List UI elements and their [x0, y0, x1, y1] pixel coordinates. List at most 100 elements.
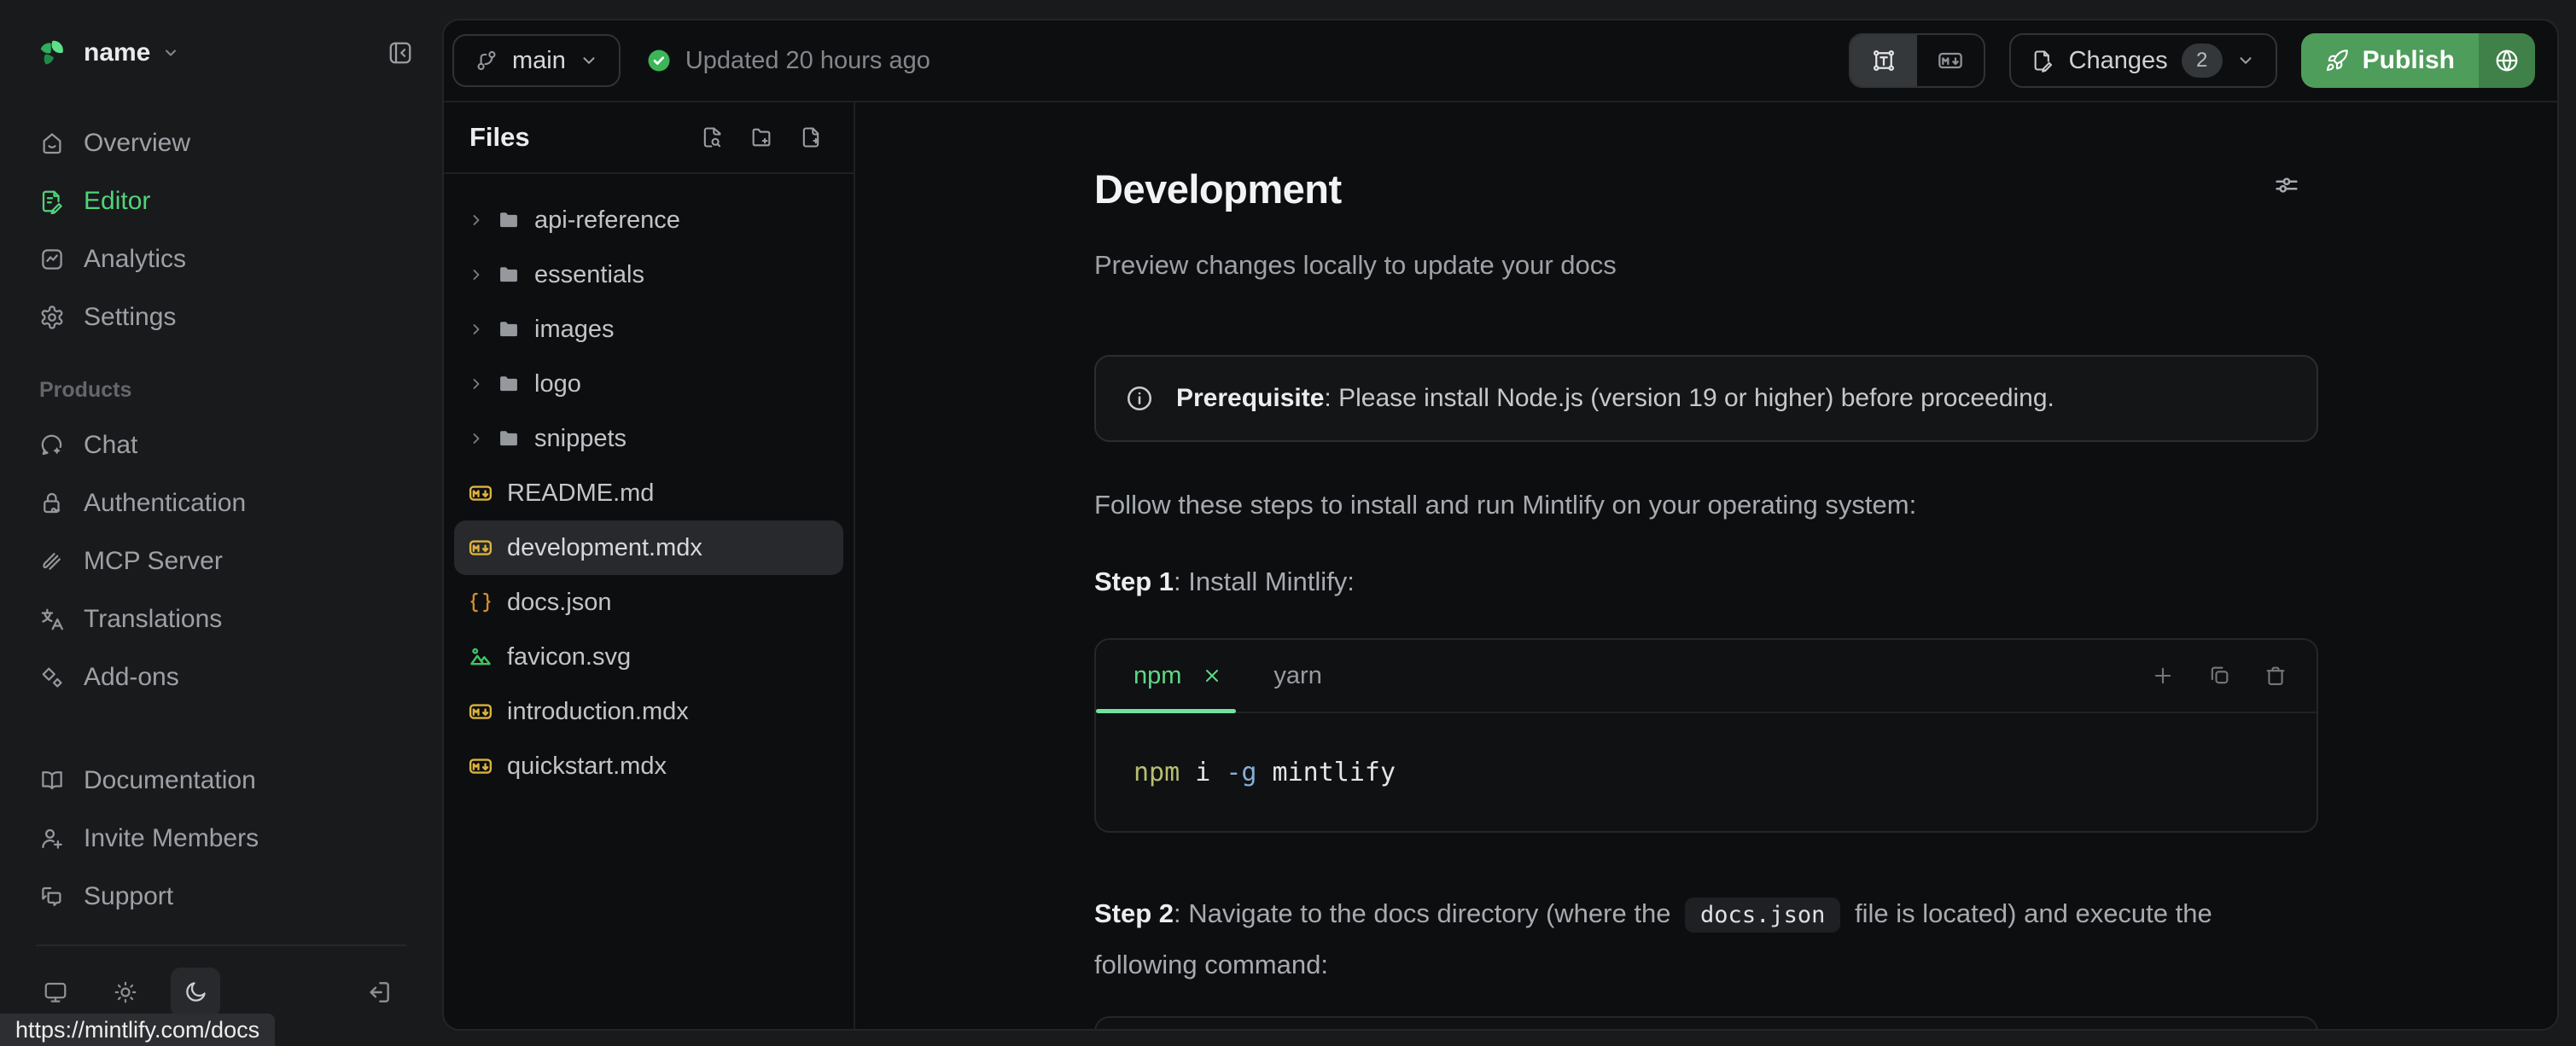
folder-icon [497, 372, 521, 396]
sidebar-item-support[interactable]: Support [0, 868, 442, 926]
sidebar-item-editor[interactable]: Editor [0, 172, 442, 230]
publish-options-button[interactable] [2479, 33, 2535, 88]
file-name: quickstart.mdx [507, 752, 667, 780]
file-search-icon[interactable] [700, 125, 724, 149]
sun-icon [113, 979, 138, 1005]
files-header: Files [444, 102, 854, 174]
tab-yarn[interactable]: yarn [1273, 662, 1321, 690]
changes-button[interactable]: Changes 2 [2008, 33, 2277, 88]
step1-paragraph[interactable]: Step 1: Install Mintlify: [1094, 563, 2318, 601]
publish-button[interactable]: Publish [2300, 33, 2479, 88]
workspace-name: name [84, 38, 151, 67]
theme-system-button[interactable] [31, 968, 80, 1017]
markdown-mode-button[interactable] [1917, 35, 1984, 86]
page-subtitle[interactable]: Preview changes locally to update your d… [1094, 247, 2318, 283]
theme-dark-button[interactable] [171, 968, 220, 1017]
sidebar-item-label: Documentation [84, 766, 256, 794]
file-name: README.md [507, 479, 655, 507]
sidebar-item-label: Settings [84, 303, 177, 331]
new-folder-icon[interactable] [749, 125, 773, 149]
sidebar-nav: Overview Editor Analytics Settings [0, 114, 442, 346]
theme-switcher [31, 963, 393, 1021]
file-row-quickstart[interactable]: quickstart.mdx [454, 739, 843, 793]
sidebar-item-chat[interactable]: Chat [0, 416, 442, 474]
folder-name: essentials [534, 260, 644, 288]
sidebar-item-overview[interactable]: Overview [0, 114, 442, 172]
visual-editor-mode-button[interactable] [1850, 35, 1917, 86]
sidebar-item-label: Invite Members [84, 824, 259, 852]
new-file-icon[interactable] [799, 125, 823, 149]
folder-icon [497, 208, 521, 232]
sidebar-divider [36, 944, 406, 946]
chat-sparkle-icon [39, 433, 65, 458]
code-editor-line[interactable]: npm i -g mintlify [1096, 713, 2317, 831]
files-actions [700, 125, 823, 149]
sidebar-item-translations[interactable]: Translations [0, 590, 442, 648]
sidebar-item-mcp-server[interactable]: MCP Server [0, 532, 442, 590]
sidebar-item-documentation[interactable]: Documentation [0, 752, 442, 810]
markdown-file-icon [468, 480, 493, 506]
sidebar-item-authentication[interactable]: Authentication [0, 474, 442, 532]
chevron-right-icon [468, 375, 485, 392]
sidebar-item-analytics[interactable]: Analytics [0, 230, 442, 288]
check-circle-icon [646, 48, 672, 73]
sidebar-item-invite-members[interactable]: Invite Members [0, 810, 442, 868]
file-row-favicon[interactable]: favicon.svg [454, 630, 843, 684]
folder-row-images[interactable]: images [454, 302, 843, 357]
markdown-icon [1937, 47, 1964, 74]
step2-paragraph[interactable]: Step 2: Navigate to the docs directory (… [1094, 889, 2318, 990]
file-row-development[interactable]: development.mdx [454, 520, 843, 575]
page-title[interactable]: Development [1094, 166, 2318, 213]
page-settings-button[interactable] [2272, 171, 2301, 200]
folder-row-api-reference[interactable]: api-reference [454, 193, 843, 247]
collapse-sidebar-button[interactable] [388, 40, 413, 66]
sidebar-item-add-ons[interactable]: Add-ons [0, 648, 442, 706]
home-icon [39, 131, 65, 156]
workspace-switcher[interactable]: name [36, 32, 413, 73]
folder-row-logo[interactable]: logo [454, 357, 843, 411]
folder-row-snippets[interactable]: snippets [454, 411, 843, 466]
editor-mode-toggle [1848, 33, 1985, 88]
sidebar-item-label: MCP Server [84, 547, 223, 575]
intro-paragraph[interactable]: Follow these steps to install and run Mi… [1094, 486, 2318, 524]
layers-icon [39, 549, 65, 574]
branch-selector[interactable]: main [452, 34, 621, 87]
add-tab-icon[interactable] [2151, 664, 2175, 688]
chat-bubbles-icon [39, 884, 65, 909]
file-row-docs-json[interactable]: docs.json [454, 575, 843, 630]
book-open-icon [39, 768, 65, 793]
markdown-file-icon [468, 535, 493, 561]
prerequisite-callout[interactable]: Prerequisite: Please install Node.js (ve… [1094, 355, 2318, 442]
sidebar-item-label: Chat [84, 431, 138, 459]
chevron-right-icon [468, 212, 485, 229]
code-token: npm [1134, 758, 1180, 787]
document-editor: Development Preview changes locally to u… [855, 102, 2557, 1029]
chevron-right-icon [468, 266, 485, 283]
theme-light-button[interactable] [101, 968, 150, 1017]
file-name: favicon.svg [507, 642, 632, 671]
sidebar-item-label: Editor [84, 187, 151, 215]
callout-text: Prerequisite: Please install Node.js (ve… [1176, 384, 2054, 413]
file-row-introduction[interactable]: introduction.mdx [454, 684, 843, 739]
sidebar-item-label: Analytics [84, 245, 187, 273]
languages-icon [39, 607, 65, 632]
folder-row-essentials[interactable]: essentials [454, 247, 843, 302]
folder-icon [497, 427, 521, 450]
chevron-right-icon [468, 321, 485, 338]
copy-icon[interactable] [2207, 664, 2231, 688]
sidebar-item-settings[interactable]: Settings [0, 288, 442, 346]
code-token: i [1180, 758, 1227, 787]
close-tab-icon[interactable] [1202, 665, 1222, 686]
code-block-run-partial [1094, 1016, 2318, 1029]
logout-button[interactable] [365, 979, 393, 1006]
trash-icon[interactable] [2264, 664, 2288, 688]
git-branch-icon [475, 49, 498, 73]
file-edit-icon [2031, 49, 2055, 73]
folder-name: snippets [534, 424, 627, 452]
file-row-readme[interactable]: README.md [454, 466, 843, 520]
main-panel: main Updated 20 hours ago Changes 2 Publ… [442, 19, 2559, 1031]
tab-npm[interactable]: npm [1096, 640, 1256, 713]
info-icon [1125, 384, 1154, 413]
code-token: mintlify [1256, 758, 1396, 787]
topbar-actions: Changes 2 Publish [1848, 33, 2535, 88]
